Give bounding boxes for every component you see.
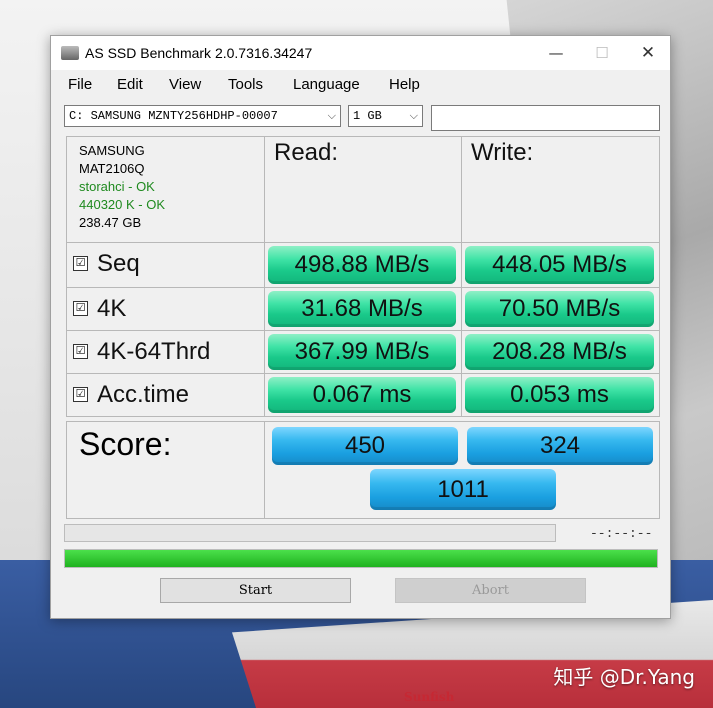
acc-time-read-value: 0.067 ms [268, 377, 456, 413]
row-label-acc-time: ☑ Acc.time [66, 373, 265, 417]
chevron-down-icon: ⌵ [327, 109, 336, 122]
row-label-4k-64thrd: ☑ 4K-64Thrd [66, 330, 265, 374]
seq-write-cell: 448.05 MB/s [461, 242, 660, 288]
menu-help[interactable]: Help [389, 76, 420, 93]
4k-64thrd-read-value: 367.99 MB/s [268, 334, 456, 370]
drive-firmware: MAT2106Q [79, 161, 145, 176]
current-test-progress [64, 524, 556, 542]
drive-capacity: 238.47 GB [79, 215, 142, 230]
test-size-select[interactable]: 1 GB ⌵ [348, 105, 423, 127]
window-title: AS SSD Benchmark 2.0.7316.34247 [85, 45, 313, 61]
write-header: Write: [461, 136, 660, 243]
abort-button[interactable]: Abort [395, 578, 586, 603]
menu-tools[interactable]: Tools [228, 76, 263, 93]
row-label-4k: ☑ 4K [66, 287, 265, 331]
4k-read-cell: 31.68 MB/s [264, 287, 462, 331]
4k-64thrd-label: 4K-64Thrd [97, 338, 211, 365]
overall-progress-fill [65, 550, 657, 567]
start-button[interactable]: Start [160, 578, 351, 603]
results-grid: SAMSUNG MAT2106Q storahci - OK 440320 K … [66, 136, 660, 520]
drive-select[interactable]: C: SAMSUNG MZNTY256HDHP-00007 ⌵ [64, 105, 341, 127]
alignment-status: 440320 K - OK [79, 197, 165, 212]
menu-file[interactable]: File [68, 76, 92, 93]
as-ssd-window: AS SSD Benchmark 2.0.7316.34247 — ☐ ✕ Fi… [50, 35, 671, 619]
menu-language[interactable]: Language [293, 76, 360, 93]
maximize-button[interactable]: ☐ [579, 36, 625, 70]
elapsed-time: --:--:-- [590, 526, 653, 541]
4k-write-cell: 70.50 MB/s [461, 287, 660, 331]
4k-checkbox[interactable]: ☑ [73, 301, 88, 316]
seq-checkbox[interactable]: ☑ [73, 256, 88, 271]
row-label-seq: ☑ Seq [66, 242, 265, 288]
driver-status: storahci - OK [79, 179, 155, 194]
4k-label: 4K [97, 295, 127, 322]
drive-info-panel: SAMSUNG MAT2106Q storahci - OK 440320 K … [66, 136, 265, 243]
score-panel: 450 324 1011 [264, 421, 660, 519]
acc-time-write-value: 0.053 ms [465, 377, 654, 413]
read-header: Read: [264, 136, 462, 243]
test-size-value: 1 GB [353, 109, 382, 123]
minimize-button[interactable]: — [533, 36, 579, 70]
drive-vendor: SAMSUNG [79, 143, 145, 158]
boat-brand-text: Sunfish [404, 690, 455, 704]
seq-read-value: 498.88 MB/s [268, 246, 456, 284]
score-label: Score: [66, 421, 265, 519]
4k-write-value: 70.50 MB/s [465, 291, 654, 327]
menu-view[interactable]: View [169, 76, 201, 93]
acc-time-checkbox[interactable]: ☑ [73, 387, 88, 402]
watermark: 知乎 @Dr.Yang [553, 665, 695, 689]
4k-64thrd-checkbox[interactable]: ☑ [73, 344, 88, 359]
4k-64thrd-write-cell: 208.28 MB/s [461, 330, 660, 374]
acc-time-label: Acc.time [97, 381, 190, 408]
4k-64thrd-write-value: 208.28 MB/s [465, 334, 654, 370]
app-icon [61, 46, 79, 60]
seq-label: Seq [97, 250, 140, 277]
close-button[interactable]: ✕ [625, 36, 671, 70]
4k-64thrd-read-cell: 367.99 MB/s [264, 330, 462, 374]
menu-edit[interactable]: Edit [117, 76, 143, 93]
overall-progress [64, 549, 658, 568]
drive-select-value: C: SAMSUNG MZNTY256HDHP-00007 [69, 109, 278, 123]
score-read-value: 450 [272, 427, 458, 465]
acc-time-write-cell: 0.053 ms [461, 373, 660, 417]
seq-read-cell: 498.88 MB/s [264, 242, 462, 288]
4k-read-value: 31.68 MB/s [268, 291, 456, 327]
chevron-down-icon: ⌵ [409, 109, 418, 122]
score-total-value: 1011 [370, 469, 556, 510]
extra-text-field[interactable] [431, 105, 660, 131]
seq-write-value: 448.05 MB/s [465, 246, 654, 284]
acc-time-read-cell: 0.067 ms [264, 373, 462, 417]
title-bar[interactable]: AS SSD Benchmark 2.0.7316.34247 — ☐ ✕ [51, 36, 670, 70]
score-write-value: 324 [467, 427, 653, 465]
